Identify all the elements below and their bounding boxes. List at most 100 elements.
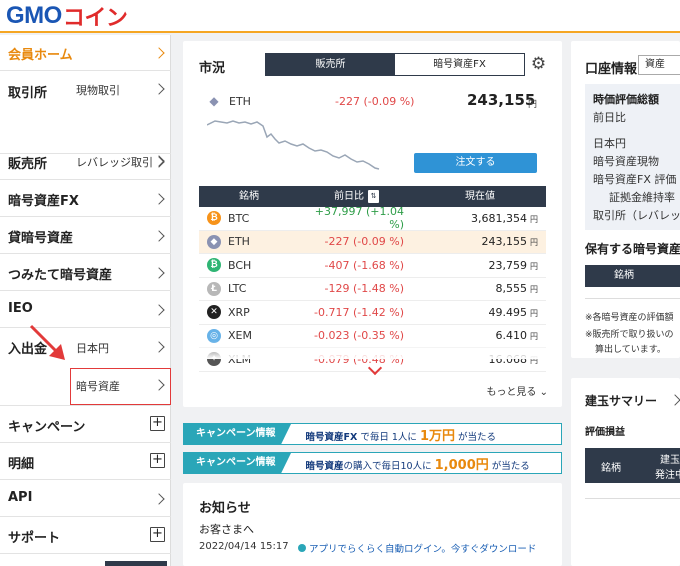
account-spot-label: 暗号資産現物 [593, 155, 659, 168]
summary-col-symbol: 銘柄 [601, 463, 621, 474]
yen-unit: 円 [530, 308, 538, 318]
price-value: 8,555 [495, 282, 528, 296]
chevron-right-icon [153, 156, 165, 168]
account-jpy-label: 日本円 [593, 137, 626, 150]
col-diff[interactable]: 前日比 ⇅ [299, 186, 414, 207]
summary-subtitle: 評価損益 [585, 427, 625, 438]
news-title: お知らせ [199, 501, 251, 516]
sidebar-item-api[interactable]: API [0, 480, 171, 517]
yen-unit: 円 [530, 332, 538, 342]
campaign-banner-1[interactable]: キャンペーン情報 暗号資産FX で毎日 1人に 1万円 が当たる [183, 423, 562, 445]
tab-crypto-fx[interactable]: 暗号資産FX [395, 54, 524, 75]
order-button[interactable]: 注文する [414, 153, 537, 173]
market-panel: 市況 販売所 暗号資産FX ⚙ ◆ ETH -227 (-0.09 %) 243… [183, 41, 562, 407]
cell-diff: +37,997 (+1.04 %) [314, 205, 404, 232]
price-value: 49.495 [488, 305, 528, 319]
chevron-right-icon [153, 341, 165, 353]
news-panel: お知らせ お客さまへ 2022/04/14 15:17 アプリでらくらく自動ログ… [183, 483, 562, 566]
sidebar-item-lending[interactable]: 貸暗号資産 [0, 217, 171, 254]
sidebar-item-label: API [8, 490, 33, 505]
chevron-right-icon [153, 193, 165, 205]
holdings-title: 保有する暗号資産 [585, 242, 680, 256]
sort-icon[interactable]: ⇅ [368, 189, 379, 203]
tab-assets[interactable]: 資産 [638, 55, 680, 75]
price-value: 3,681,354 [471, 211, 527, 225]
symbol-name: BTC [228, 211, 250, 225]
sidebar-item-crypto-fx[interactable]: 暗号資産FX [0, 180, 171, 217]
chevron-right-icon [153, 83, 165, 95]
sidebar-item-label: IEO [8, 301, 33, 316]
holdings-col-symbol: 銘柄 [614, 270, 634, 281]
account-fx-label: 暗号資産FX 評価 [593, 173, 677, 186]
market-tabs: 販売所 暗号資産FX [265, 53, 525, 76]
selected-symbol-name: ETH [229, 94, 251, 108]
ltc-icon: Ł [207, 281, 221, 296]
account-panel: 口座情報 資産 時価評価総額 前日比 日本円 暗号資産現物 暗号資産FX 評価 … [571, 41, 680, 358]
price-table: 銘柄 前日比 ⇅ 現在値 ₿ BTC +37,997 (+1.04 %) 3,681,3… [199, 186, 546, 372]
cell-symbol: ₿ BCH [199, 258, 299, 273]
sidebar-item-tsumitate[interactable]: つみたて暗号資産 [0, 254, 171, 291]
market-title: 市況 [199, 61, 226, 76]
summary-title: 建玉サマリー [585, 394, 658, 408]
chevron-right-icon [153, 304, 165, 316]
plus-icon: + [150, 453, 165, 468]
table-row[interactable]: ₿ BTC +37,997 (+1.04 %) 3,681,354 円 [199, 205, 546, 232]
cell-symbol: Ł LTC [199, 281, 299, 296]
symbol-name: LTC [228, 282, 247, 296]
summary-col-position: 建玉 [660, 455, 680, 466]
sidebar-item-support[interactable]: サポート + [0, 517, 171, 554]
sidebar-item-label: キャンペーン [8, 420, 86, 435]
chevron-right-icon[interactable] [669, 394, 680, 406]
news-date: 2022/04/14 15:17 [199, 541, 289, 552]
more-link[interactable]: もっと見る ⌄ [486, 383, 548, 398]
banner-text: 暗号資産FX で毎日 1人に 1万円 が当たる [305, 428, 497, 444]
sidebar-item-ieo[interactable]: IEO [0, 291, 171, 328]
sidebar-item-deposit-jpy[interactable]: 日本円 [70, 328, 171, 364]
table-row[interactable]: ₿ BCH -407 (-1.68 %) 23,759 円 [199, 254, 546, 278]
sidebar-item-label: 販売所 [8, 157, 48, 172]
news-link[interactable]: アプリでらくらく自動ログイン。今すぐダウンロード [309, 541, 536, 555]
cell-price: 49.495 円 [414, 306, 546, 319]
sidebar-item-statement[interactable]: 明細 + [0, 443, 171, 480]
logo-gmo-text: GMO [6, 2, 62, 29]
yen-unit: 円 [530, 214, 538, 224]
chevron-right-icon [153, 493, 165, 505]
cell-symbol: ◆ ETH [199, 234, 299, 249]
cell-symbol: ₿ BTC [199, 211, 299, 226]
summary-body [585, 483, 680, 499]
selected-price: 243,155 [467, 91, 536, 109]
chevron-right-icon [153, 47, 165, 59]
table-row[interactable]: Ł LTC -129 (-1.48 %) 8,555 円 [199, 278, 546, 301]
bch-icon: ₿ [207, 258, 221, 273]
cell-diff: -129 (-1.48 %) [324, 282, 404, 296]
yen-unit: 円 [530, 261, 538, 271]
position-summary-panel: 建玉サマリー 評価損益 銘柄 建玉 発注中 [571, 378, 680, 566]
sidebar-item-label: サポート [8, 531, 61, 546]
btc-icon: ₿ [207, 211, 221, 226]
account-total-label: 時価評価総額 [593, 93, 659, 106]
sidebar-item-spot-trading[interactable]: 現物取引 [70, 71, 171, 107]
cell-diff: -407 (-1.68 %) [324, 258, 404, 272]
eth-icon: ◆ [207, 234, 221, 249]
sidebar-item-sales[interactable]: 販売所 [0, 143, 171, 180]
tab-sales[interactable]: 販売所 [266, 54, 395, 75]
gear-icon[interactable]: ⚙ [529, 55, 548, 74]
gmo-coin-logo[interactable]: GMO コイン [6, 2, 128, 30]
selected-symbol: ◆ ETH [207, 94, 251, 108]
sidebar-bottom-strip [105, 561, 167, 566]
logo-coin-text: コイン [62, 5, 128, 30]
table-row[interactable]: ✕ XRP -0.717 (-1.42 %) 49.495 円 [199, 301, 546, 325]
campaign-banner-2[interactable]: キャンペーン情報 暗号資産の購入で毎日10人に 1,000円 が当たる [183, 452, 562, 474]
news-bullet-icon [298, 544, 306, 552]
summary-header: 銘柄 建玉 発注中 [585, 448, 680, 483]
symbol-name: ETH [228, 235, 250, 249]
sidebar-item-campaign[interactable]: キャンペーン + [0, 406, 171, 443]
plus-icon: + [150, 527, 165, 542]
eth-icon: ◆ [209, 94, 219, 108]
yen-unit: 円 [530, 285, 538, 295]
sidebar-item-home[interactable]: 会員ホーム [0, 35, 171, 71]
account-leverage-label: 取引所（レバレッ [593, 209, 680, 222]
highlight-box [70, 368, 171, 405]
table-row[interactable]: ◆ ETH -227 (-0.09 %) 243,155 円 [199, 230, 546, 254]
top-header: GMO コイン [0, 0, 680, 33]
